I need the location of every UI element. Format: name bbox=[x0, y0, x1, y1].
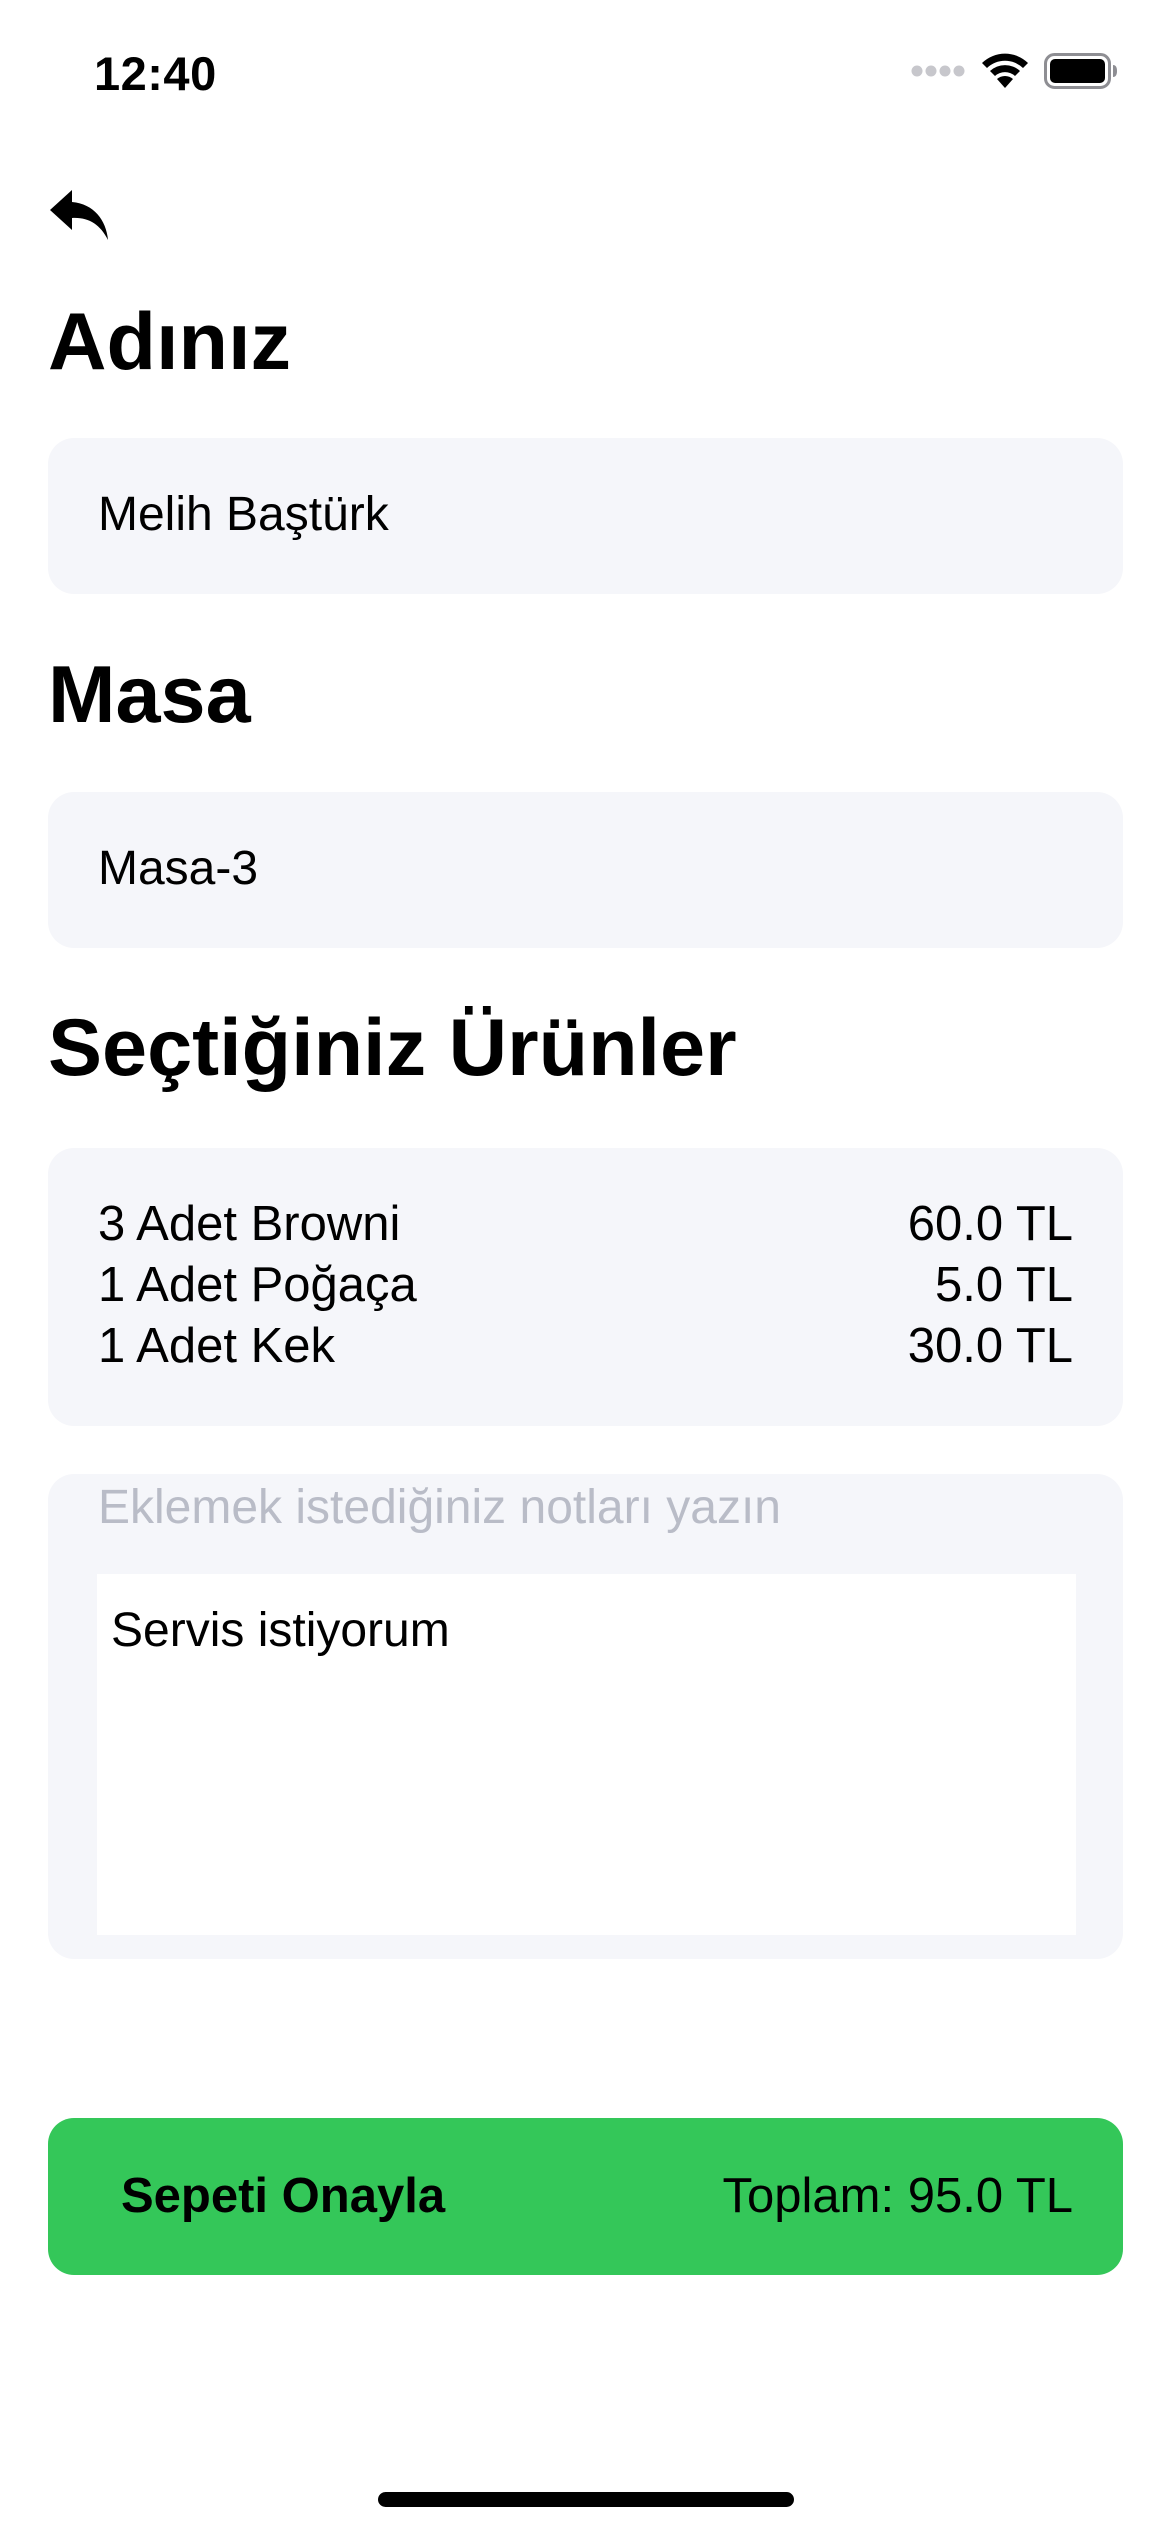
notes-section: Eklemek istediğiniz notları yazın Servis… bbox=[48, 1474, 1123, 1959]
item-price: 60.0 TL bbox=[907, 1197, 1073, 1251]
list-item: 3 Adet Browni 60.0 TL bbox=[98, 1194, 1073, 1255]
status-bar: 12:40 bbox=[0, 0, 1170, 150]
selected-products-list: 3 Adet Browni 60.0 TL 1 Adet Poğaça 5.0 … bbox=[48, 1148, 1123, 1426]
item-price: 5.0 TL bbox=[934, 1258, 1073, 1312]
item-price: 30.0 TL bbox=[907, 1319, 1073, 1373]
table-field[interactable]: Masa-3 bbox=[48, 792, 1123, 948]
signal-dots-icon bbox=[911, 65, 965, 77]
status-time: 12:40 bbox=[94, 47, 217, 100]
status-icons bbox=[910, 52, 1118, 90]
item-label: 1 Adet Kek bbox=[98, 1319, 336, 1373]
home-indicator[interactable] bbox=[378, 2492, 794, 2507]
name-section-title: Adınız bbox=[48, 297, 291, 387]
table-field-value: Masa-3 bbox=[98, 842, 259, 895]
back-arrow-icon bbox=[50, 190, 108, 240]
list-item: 1 Adet Poğaça 5.0 TL bbox=[98, 1255, 1073, 1316]
table-section-title: Masa bbox=[48, 650, 251, 740]
confirm-cart-label: Sepeti Onayla bbox=[121, 2169, 446, 2223]
item-label: 1 Adet Poğaça bbox=[98, 1258, 417, 1312]
back-button[interactable] bbox=[48, 186, 112, 244]
list-item: 1 Adet Kek 30.0 TL bbox=[98, 1316, 1073, 1377]
confirm-cart-button[interactable]: Sepeti Onayla Toplam: 95.0 TL bbox=[48, 2118, 1123, 2275]
notes-placeholder: Eklemek istediğiniz notları yazın bbox=[98, 1481, 781, 1534]
cart-total: Toplam: 95.0 TL bbox=[722, 2169, 1073, 2223]
name-field[interactable]: Melih Baştürk bbox=[48, 438, 1123, 594]
products-section-title: Seçtiğiniz Ürünler bbox=[48, 1003, 737, 1093]
name-field-value: Melih Baştürk bbox=[98, 488, 389, 541]
wifi-icon bbox=[982, 53, 1028, 88]
item-label: 3 Adet Browni bbox=[98, 1197, 401, 1251]
notes-textarea[interactable]: Servis istiyorum bbox=[97, 1574, 1076, 1935]
battery-icon bbox=[1044, 53, 1117, 89]
